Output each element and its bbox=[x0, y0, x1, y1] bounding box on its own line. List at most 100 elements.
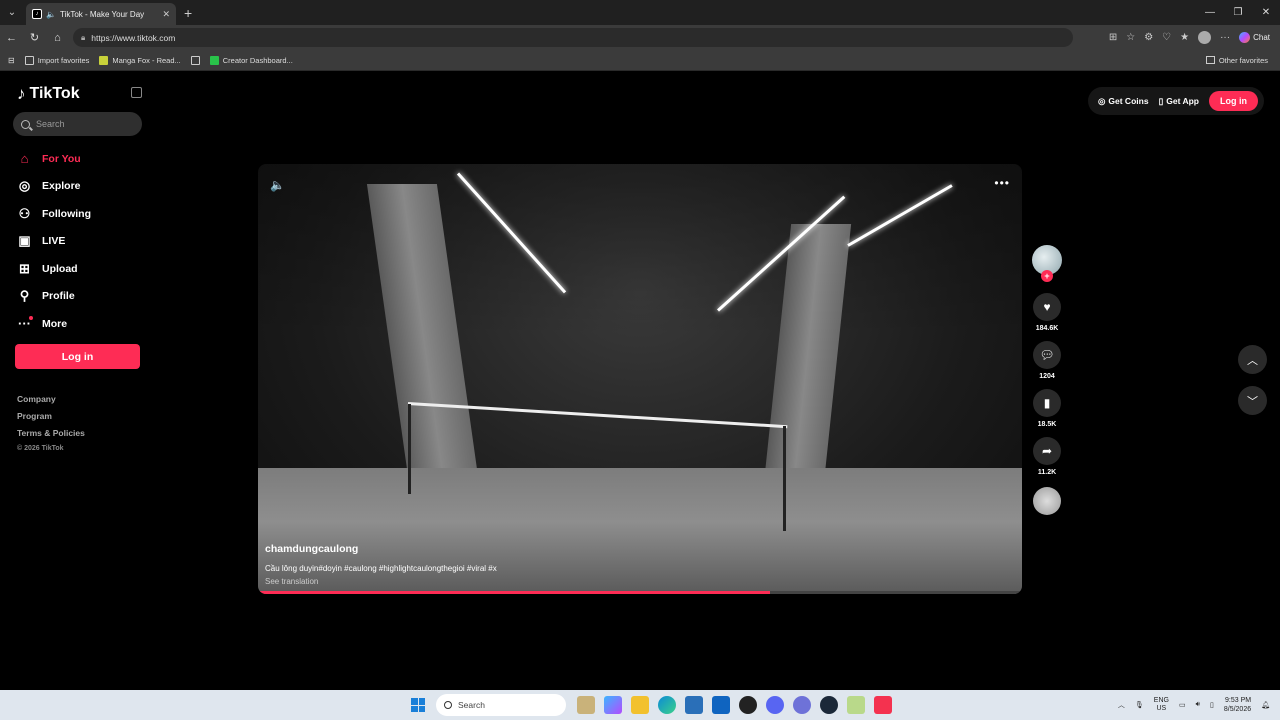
taskbar-search-label: Search bbox=[458, 700, 485, 710]
phone-icon: ▯ bbox=[1158, 95, 1164, 106]
notification-bell-icon[interactable]: 🔔︎ bbox=[1261, 701, 1270, 709]
discord-icon[interactable] bbox=[766, 696, 784, 714]
edge-browser-icon[interactable] bbox=[658, 696, 676, 714]
tab-title: TikTok - Make Your Day bbox=[59, 9, 145, 19]
footer-link-terms[interactable]: Terms & Policies bbox=[17, 428, 85, 445]
tray-overflow-chevron-icon[interactable]: ︿ bbox=[1118, 700, 1125, 710]
music-disc-icon[interactable] bbox=[1033, 487, 1061, 515]
music-app-icon[interactable] bbox=[874, 696, 892, 714]
bookmarks-bar: ⊟ Import favorites Manga Fox - Read... C… bbox=[0, 50, 1280, 71]
share-action[interactable]: ➦ 11.2K bbox=[1033, 437, 1061, 479]
next-video-chevron-down-icon[interactable]: ﹀ bbox=[1238, 386, 1267, 415]
widgets-icon[interactable] bbox=[577, 696, 595, 714]
see-translation-link[interactable]: See translation bbox=[265, 577, 497, 586]
browser-essentials-icon[interactable]: ♡ bbox=[1162, 32, 1171, 43]
comment-action[interactable]: 💬︎ 1204 bbox=[1033, 341, 1061, 383]
nav-item-following[interactable]: ⚇ Following bbox=[17, 200, 91, 228]
nav-item-live[interactable]: ▣ LIVE bbox=[17, 228, 91, 256]
settings-more-icon[interactable]: ··· bbox=[1220, 32, 1230, 43]
video-more-icon[interactable]: ••• bbox=[994, 176, 1010, 190]
taskbar-search[interactable]: Search bbox=[436, 694, 566, 716]
comment-icon[interactable]: 💬︎ bbox=[1033, 341, 1061, 369]
app-icon[interactable] bbox=[739, 696, 757, 714]
get-app-button[interactable]: ▯ Get App bbox=[1159, 96, 1199, 107]
outlook-icon[interactable] bbox=[712, 696, 730, 714]
nav-label: LIVE bbox=[42, 235, 66, 248]
windows-start-icon[interactable] bbox=[411, 698, 425, 712]
like-action[interactable]: ♥ 184.6K bbox=[1033, 293, 1061, 335]
battery-icon[interactable]: ▯ bbox=[1210, 701, 1214, 709]
discord-canary-icon[interactable] bbox=[793, 696, 811, 714]
folder-icon bbox=[1205, 56, 1215, 64]
back-icon[interactable]: ← bbox=[0, 25, 23, 50]
video-player[interactable]: 🔈 ••• chamdungcaulong Cầu lông duyin#doy… bbox=[258, 164, 1022, 594]
speaker-icon[interactable]: 🔈 bbox=[46, 10, 56, 19]
more-dots-icon: ··· bbox=[18, 316, 33, 332]
volume-icon[interactable]: 🔈 bbox=[270, 178, 285, 192]
user-plus-icon: ⚇ bbox=[18, 205, 31, 221]
footer-link-company[interactable]: Company bbox=[17, 394, 85, 411]
bookmark-reading-list[interactable] bbox=[190, 55, 200, 65]
store-icon[interactable] bbox=[685, 696, 703, 714]
bookmark-icon[interactable]: ▮ bbox=[1033, 389, 1061, 417]
video-progress-bar[interactable] bbox=[258, 591, 1022, 594]
nav-item-profile[interactable]: ⚲ Profile bbox=[17, 283, 91, 311]
new-tab-icon[interactable]: + bbox=[184, 5, 192, 21]
top-login-button[interactable]: Log in bbox=[1209, 91, 1258, 111]
browser-tab[interactable]: ♪ 🔈 TikTok - Make Your Day ✕ bbox=[26, 3, 176, 25]
get-coins-button[interactable]: ◎ Get Coins bbox=[1098, 96, 1149, 107]
main-nav: ⌂ For You ◎ Explore ⚇ Following ▣ LIVE ⊞… bbox=[17, 145, 91, 338]
volume-tray-icon[interactable]: 🔊︎ bbox=[1196, 701, 1200, 709]
url-field[interactable]: 🔒︎ https://www.tiktok.com bbox=[73, 28, 1073, 47]
extensions-icon[interactable]: ⚙ bbox=[1144, 32, 1153, 43]
nav-item-more[interactable]: ··· More bbox=[17, 310, 91, 338]
tiktok-page: ♪ TikTok Search ⌂ For You ◎ Explore ⚇ Fo… bbox=[0, 71, 1280, 688]
manga-fox-icon bbox=[99, 55, 109, 65]
nav-item-explore[interactable]: ◎ Explore bbox=[17, 173, 91, 201]
copilot-chat-button[interactable]: Chat bbox=[1239, 32, 1270, 43]
window-close-icon[interactable]: ✕ bbox=[1252, 0, 1280, 25]
follow-plus-icon[interactable]: + bbox=[1041, 270, 1053, 282]
favorites-icon[interactable]: ★ bbox=[1180, 32, 1189, 43]
copilot-app-icon[interactable] bbox=[604, 696, 622, 714]
sidebar-toggle-icon[interactable]: ⊟ bbox=[8, 56, 15, 65]
collapse-sidebar-icon[interactable] bbox=[131, 87, 142, 98]
app-available-icon[interactable]: ⊞ bbox=[1109, 32, 1117, 43]
language-indicator[interactable]: ENG US bbox=[1154, 697, 1169, 713]
search-icon bbox=[444, 701, 452, 709]
bookmark-manga-fox[interactable]: Manga Fox - Read... bbox=[99, 55, 181, 65]
tiktok-logo[interactable]: ♪ TikTok bbox=[17, 84, 80, 104]
search-input[interactable]: Search bbox=[13, 112, 142, 136]
minimize-icon[interactable]: — bbox=[1196, 0, 1224, 25]
favorite-star-icon[interactable]: ☆ bbox=[1126, 32, 1135, 43]
steam-icon[interactable] bbox=[820, 696, 838, 714]
maximize-icon[interactable]: ❐ bbox=[1224, 0, 1252, 25]
browser-tab-bar: ⌄ ♪ 🔈 TikTok - Make Your Day ✕ + — ❐ ✕ bbox=[0, 0, 1280, 25]
nav-item-upload[interactable]: ⊞ Upload bbox=[17, 255, 91, 283]
nav-item-for-you[interactable]: ⌂ For You bbox=[17, 145, 91, 173]
file-explorer-icon[interactable] bbox=[631, 696, 649, 714]
bookmark-creator-dashboard[interactable]: Creator Dashboard... bbox=[209, 55, 293, 65]
folder-import-icon bbox=[24, 55, 34, 65]
previous-video-chevron-up-icon[interactable]: ︿ bbox=[1238, 345, 1267, 374]
network-icon[interactable]: ▭ bbox=[1179, 701, 1186, 709]
video-username[interactable]: chamdungcaulong bbox=[265, 543, 497, 555]
microphone-icon[interactable]: 🎙︎ bbox=[1135, 701, 1144, 709]
clock[interactable]: 9:53 PM 8/5/2026 bbox=[1224, 696, 1251, 714]
other-favorites[interactable]: Other favorites bbox=[1205, 56, 1268, 65]
refresh-icon[interactable]: ↻ bbox=[23, 25, 46, 50]
footer-link-program[interactable]: Program bbox=[17, 411, 85, 428]
tab-actions-menu-icon[interactable]: ⌄ bbox=[0, 0, 24, 25]
sidebar-login-button[interactable]: Log in bbox=[15, 344, 140, 369]
windows-taskbar: Search ︿ 🎙︎ ENG US ▭ 🔊︎ ▯ 9:53 PM 8/5/20… bbox=[0, 690, 1280, 720]
tab-close-icon[interactable]: ✕ bbox=[162, 9, 170, 20]
profile-avatar-icon[interactable] bbox=[1198, 31, 1212, 44]
heart-icon[interactable]: ♥ bbox=[1033, 293, 1061, 321]
save-action[interactable]: ▮ 18.5K bbox=[1033, 389, 1061, 431]
bookmark-import-favorites[interactable]: Import favorites bbox=[24, 55, 90, 65]
bookmark-label: Import favorites bbox=[37, 55, 90, 65]
home-icon[interactable]: ⌂ bbox=[46, 25, 69, 50]
share-arrow-icon[interactable]: ➦ bbox=[1033, 437, 1061, 465]
notepad-icon[interactable] bbox=[847, 696, 865, 714]
author-avatar[interactable]: + bbox=[1032, 245, 1062, 282]
